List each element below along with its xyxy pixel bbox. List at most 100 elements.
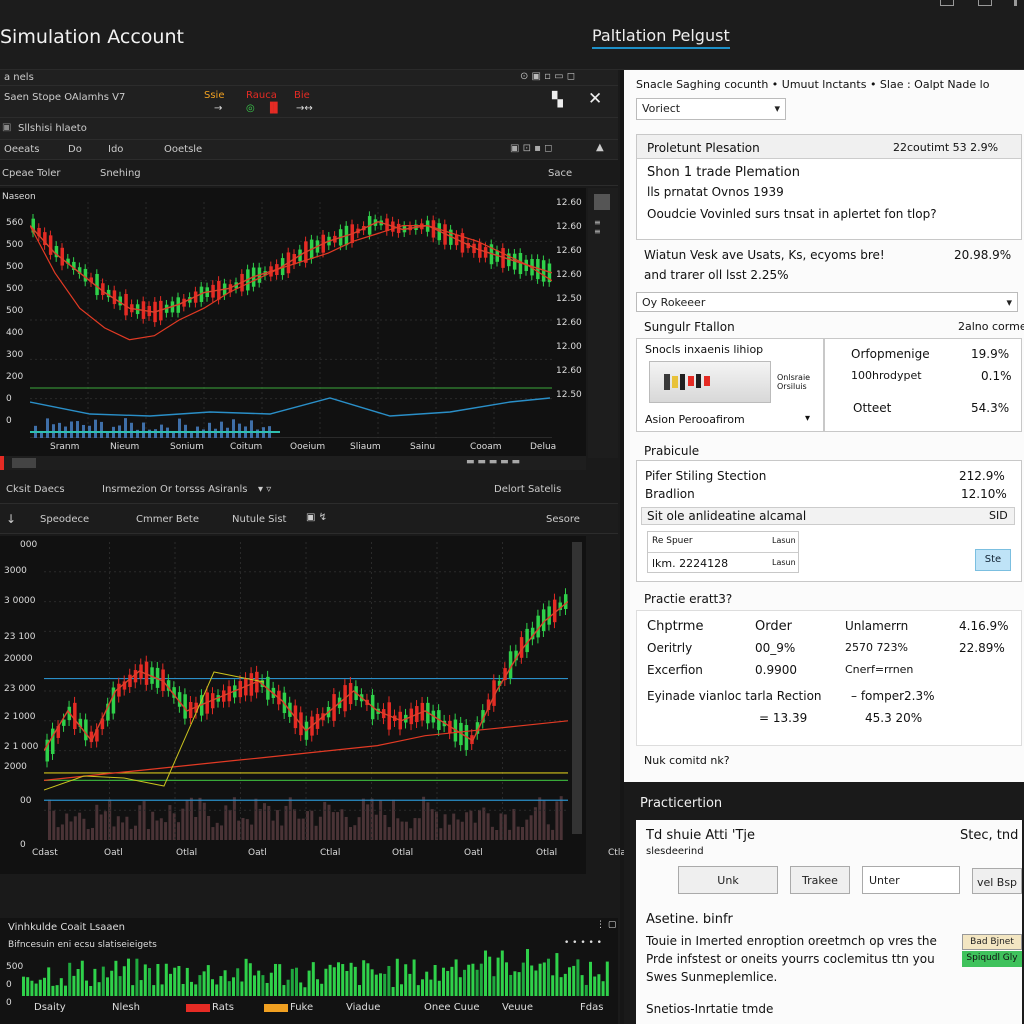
section4-row2-label: Bradlion xyxy=(645,487,695,501)
legend-item[interactable]: Fuke xyxy=(290,1002,313,1013)
flag-icon[interactable]: ▐▌ xyxy=(266,103,281,114)
chart2-tool-sesore[interactable]: Sesore xyxy=(546,514,580,525)
footer-left[interactable]: Cksit Daecs xyxy=(6,484,65,495)
scroll-thumb[interactable] xyxy=(12,458,36,468)
section4-row3-value: SID xyxy=(989,509,1008,522)
histogram-bar xyxy=(490,826,494,840)
order-rauca-label[interactable]: Rauca xyxy=(246,90,277,101)
variant-select[interactable]: Voriect ▾ xyxy=(636,98,786,120)
unk-button[interactable]: Unk xyxy=(678,866,778,894)
mini2-value: Lasun xyxy=(772,558,796,567)
volume-bar xyxy=(142,422,145,438)
chart2-tool-cmmer[interactable]: Cmmer Bete xyxy=(136,514,199,525)
legend-item[interactable]: Nlesh xyxy=(112,1002,140,1013)
collapse-icon[interactable]: ▲ xyxy=(596,142,604,153)
legend-item[interactable]: Rats xyxy=(212,1002,234,1013)
price-chart-1[interactable]: Naseon 560 500 500 500 500 400 300 200 0 0 12.60 12… xyxy=(0,188,586,458)
price-chart-2[interactable]: 000 3000 3 0000 23 100 20000 23 000 2 1000 2 1 … xyxy=(0,536,628,874)
ste-button[interactable]: Ste xyxy=(975,549,1011,571)
arrow-icon[interactable]: → xyxy=(214,103,222,114)
volume-bar xyxy=(286,979,290,996)
more-icon[interactable]: ⋮ ▢ xyxy=(596,920,616,930)
grid-icon[interactable]: ▚ xyxy=(552,92,563,108)
practice-panel: Practicertion Td shuie Atti 'Tje Stec, t… xyxy=(624,782,1024,1024)
volume-bar xyxy=(479,963,483,996)
option-ido[interactable]: Ido xyxy=(108,144,123,155)
instrument-toolbar: Saen Stope OAlamhs V7 Ssie Rauca Bie → ◎… xyxy=(0,86,618,118)
histogram-bar xyxy=(521,826,524,840)
thumbnail-image[interactable] xyxy=(649,361,771,403)
option-icons[interactable]: ▣ ⊡ ▪ ◻ xyxy=(510,143,552,154)
histogram-bar xyxy=(469,810,473,840)
histogram-bar xyxy=(400,821,404,840)
volume-bar xyxy=(80,960,84,996)
window-restore-icon[interactable] xyxy=(940,0,954,6)
trakee-button[interactable]: Trakee xyxy=(790,866,850,894)
chart2-plot[interactable] xyxy=(44,542,568,840)
center-tab-title[interactable]: Paltlation Pelgust xyxy=(592,26,730,49)
option-oeeats[interactable]: Oeeats xyxy=(4,144,39,155)
footer-dropdown-icons[interactable]: ▾ ▿ xyxy=(258,484,271,495)
volume-bar xyxy=(164,963,168,996)
volume-bar xyxy=(257,970,261,996)
order-bie-label[interactable]: Bie xyxy=(294,90,310,101)
volume-bar xyxy=(337,962,340,996)
histogram-bar xyxy=(99,814,103,840)
y-tick-label: 500 xyxy=(6,284,24,294)
tool-icons[interactable]: ▣ ↯ xyxy=(306,512,327,523)
download-icon[interactable]: ↓ xyxy=(6,512,16,526)
volume-bar xyxy=(93,968,97,996)
volume-bar xyxy=(538,963,542,996)
histogram-bar xyxy=(241,818,245,840)
chart1-plot[interactable] xyxy=(30,202,552,438)
footer-right[interactable]: Delort Satelis xyxy=(494,484,561,495)
volume-bar xyxy=(178,418,181,438)
chart2-tool-nutule[interactable]: Nutule Sist xyxy=(232,514,286,525)
window-tab-label[interactable]: a nels xyxy=(4,72,34,83)
badge-top[interactable]: Bad Bjnet xyxy=(962,934,1022,950)
swap-icon[interactable]: →↔ xyxy=(296,103,313,114)
volume-bar xyxy=(471,963,475,996)
badge-bottom[interactable]: Spiqudl Gly xyxy=(962,951,1022,967)
instrument-name[interactable]: Saen Stope OAlamhs V7 xyxy=(4,92,125,103)
vel-bsp-button[interactable]: vel Bsp xyxy=(972,868,1022,894)
legend-item[interactable]: Fdas xyxy=(580,1002,603,1013)
rokeeer-select[interactable]: Oy Rokeeer ▾ xyxy=(636,292,1018,312)
option-ooetsle[interactable]: Ooetsle xyxy=(164,144,202,155)
window-controls-icon[interactable]: ⊙ ▣ ▫ ▭ ◻ xyxy=(520,71,575,82)
circle-icon[interactable]: ◎ xyxy=(246,103,255,114)
section3-box-title: Snocls inxaenis lihiop xyxy=(645,343,764,356)
histogram-bar xyxy=(129,828,133,840)
option-do[interactable]: Do xyxy=(68,144,82,155)
section2-value: 20.98.9% xyxy=(954,248,1012,262)
volume-dots-icon[interactable]: • • • • • xyxy=(564,938,602,948)
scroll-controls-icon[interactable]: ▬ ▬ ▬ ▬ ▬ xyxy=(466,457,520,467)
histogram-bar xyxy=(73,816,77,840)
volume-bar xyxy=(517,972,521,996)
chart2-scrollbar[interactable] xyxy=(572,542,582,834)
histogram-bar xyxy=(508,829,512,840)
legend-item[interactable]: Viadue xyxy=(346,1002,380,1013)
chart-title: Sllshisi hlaeto xyxy=(18,123,87,134)
volume-bar xyxy=(181,983,185,996)
order-ssie-label[interactable]: Ssie xyxy=(204,90,225,101)
sidebar-text: ≡ ≡ xyxy=(594,218,601,236)
chevron-down-icon[interactable]: ▾ xyxy=(805,413,810,424)
unter-input[interactable]: Unter xyxy=(862,866,960,894)
window-maximize-icon[interactable] xyxy=(978,0,992,6)
close-icon[interactable]: ✕ xyxy=(588,89,602,109)
volume-bar xyxy=(173,967,177,996)
action-select[interactable]: Asion Perooafirom xyxy=(645,413,745,426)
volume-bar xyxy=(593,976,597,996)
window-close-icon[interactable] xyxy=(1014,0,1017,6)
legend-item[interactable]: Dsaity xyxy=(34,1002,66,1013)
footer-mid[interactable]: Insrmezion Or torsss Asiranls xyxy=(102,484,248,495)
candle xyxy=(51,728,55,754)
chart1-scrollbar[interactable]: ▬ ▬ ▬ ▬ ▬ xyxy=(0,456,586,470)
volume-bar xyxy=(185,967,189,996)
avatar-icon[interactable] xyxy=(594,194,610,210)
histogram-bar xyxy=(318,816,322,840)
legend-item[interactable]: Veuue xyxy=(502,1002,533,1013)
chart2-tool-speodece[interactable]: Speodece xyxy=(40,514,89,525)
legend-item[interactable]: Onee Cuue xyxy=(424,1002,480,1013)
